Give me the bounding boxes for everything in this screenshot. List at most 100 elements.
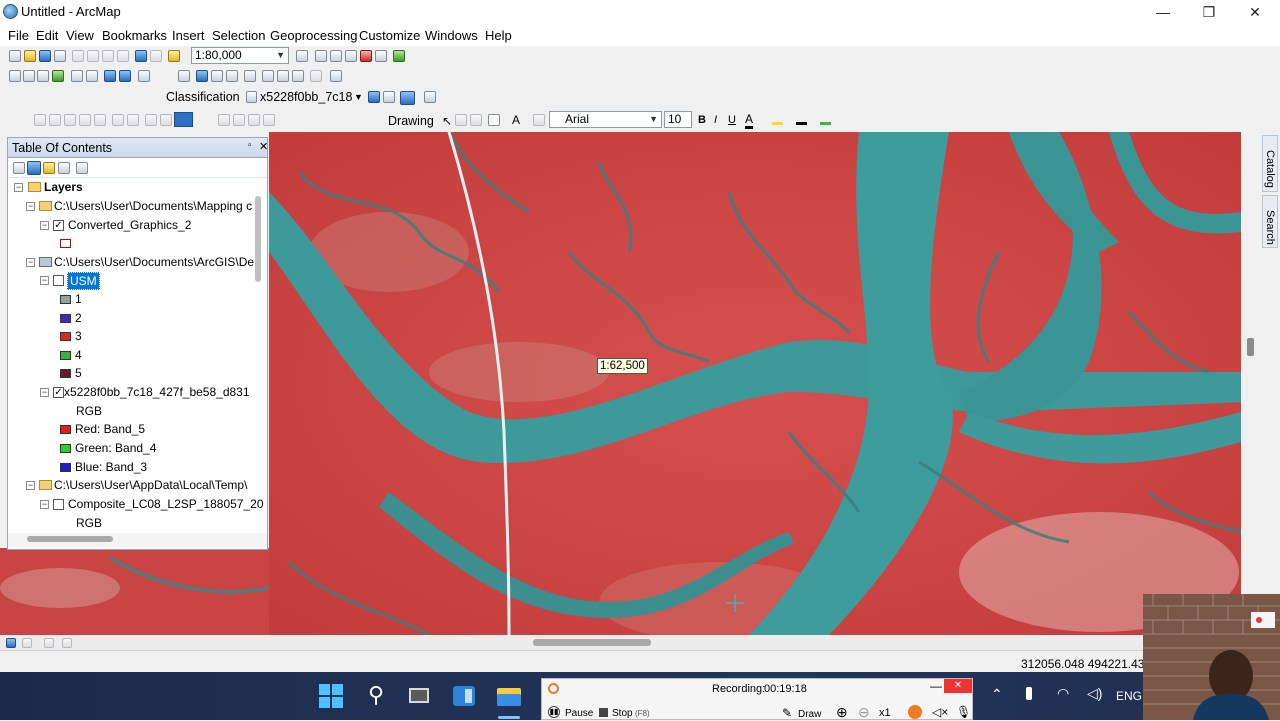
classification-layer-name[interactable]: x5228f0bb_7c18 [260, 90, 352, 104]
model-builder-icon[interactable] [393, 50, 405, 62]
forward-extent-icon[interactable] [119, 70, 131, 82]
volume-icon[interactable]: ◁) [1087, 685, 1102, 702]
new-document-icon[interactable] [9, 50, 21, 62]
layout-tool-icon[interactable] [127, 114, 139, 126]
layout-page-icon[interactable] [94, 114, 106, 126]
hyperlink-icon[interactable] [211, 70, 223, 82]
class-swatch[interactable] [60, 295, 71, 304]
chevron-up-icon[interactable]: ⌃ [991, 686, 1003, 703]
find-route-icon[interactable] [262, 70, 274, 82]
layout-tool-icon[interactable] [112, 114, 124, 126]
vertical-scrollbar-thumb[interactable] [255, 196, 261, 282]
select-features-icon[interactable] [138, 70, 150, 82]
drawing-label[interactable]: Drawing [388, 114, 434, 128]
task-view-icon[interactable] [407, 683, 433, 709]
menu-view[interactable]: View [66, 28, 94, 43]
layout-full-extent-icon[interactable] [79, 114, 91, 126]
visibility-checkbox[interactable] [53, 499, 64, 510]
recorder-close-button[interactable]: ✕ [944, 679, 972, 693]
font-color-button[interactable]: A [745, 112, 754, 129]
underline-button[interactable]: U [728, 114, 736, 126]
collapse-icon[interactable]: − [40, 500, 49, 509]
usb-device-icon[interactable] [1026, 687, 1032, 700]
chevron-down-icon[interactable]: ▼ [354, 92, 363, 102]
data-view-icon[interactable] [6, 638, 16, 648]
fill-color-icon[interactable] [772, 114, 783, 125]
menu-insert[interactable]: Insert [172, 28, 205, 43]
zoom-in-icon[interactable] [9, 70, 21, 82]
rectangle-icon[interactable] [488, 114, 500, 126]
zoom-to-selected-icon[interactable] [470, 114, 482, 126]
file-explorer-icon[interactable] [496, 683, 522, 709]
save-icon[interactable] [39, 50, 51, 62]
fixed-zoom-in-icon[interactable] [71, 70, 83, 82]
pen-icon[interactable]: ✎ [782, 706, 792, 720]
collapse-icon[interactable]: − [26, 202, 35, 211]
layout-zoom-out-icon[interactable] [49, 114, 61, 126]
menu-file[interactable]: File [8, 28, 29, 43]
measure-icon[interactable] [292, 70, 304, 82]
layout-tool-icon[interactable] [263, 114, 275, 126]
close-icon[interactable]: ✕ [259, 140, 268, 153]
windows-start-icon[interactable] [318, 683, 344, 709]
search-icon[interactable]: ⚲ [363, 683, 389, 709]
options-icon[interactable] [76, 162, 88, 174]
list-by-selection-icon[interactable] [58, 162, 70, 174]
marker-color-icon[interactable] [820, 114, 831, 125]
recorder-minimize-button[interactable]: — [930, 679, 942, 693]
catalog-window-icon[interactable] [330, 50, 342, 62]
list-by-drawing-order-icon[interactable] [13, 162, 25, 174]
collapse-icon[interactable]: − [26, 258, 35, 267]
horizontal-scrollbar-thumb[interactable] [27, 536, 113, 542]
menu-edit[interactable]: Edit [36, 28, 58, 43]
redo-icon[interactable] [150, 50, 162, 62]
speaker-mute-icon[interactable]: ◁× [932, 705, 948, 719]
layout-tool-icon[interactable] [145, 114, 157, 126]
maximize-button[interactable]: ❐ [1186, 0, 1232, 24]
zoom-in-icon[interactable]: ⊕ [836, 704, 848, 721]
select-training-sample-icon[interactable] [424, 91, 436, 103]
map-view[interactable]: 1:62,500 [269, 132, 1241, 635]
widgets-icon[interactable] [451, 683, 477, 709]
menu-customize[interactable]: Customize [359, 28, 420, 43]
list-by-visibility-icon[interactable] [43, 162, 55, 174]
close-button[interactable]: ✕ [1232, 0, 1278, 24]
wifi-icon[interactable]: ◠ [1057, 685, 1069, 702]
auto-hide-icon[interactable]: ▫ [248, 140, 252, 151]
rotate-icon[interactable] [455, 114, 467, 126]
vertical-map-scroll-thumb[interactable] [1247, 338, 1254, 356]
stop-icon[interactable] [599, 708, 608, 717]
draw-polygon-icon[interactable] [400, 91, 415, 105]
time-slider-icon[interactable] [310, 70, 322, 82]
copy-icon[interactable] [87, 50, 99, 62]
menu-help[interactable]: Help [485, 28, 512, 43]
menu-selection[interactable]: Selection [212, 28, 265, 43]
visibility-checkbox[interactable]: ✓ [53, 220, 64, 231]
band-swatch[interactable] [60, 425, 71, 434]
class-swatch[interactable] [60, 332, 71, 341]
menu-windows[interactable]: Windows [425, 28, 478, 43]
select-elements-icon[interactable] [178, 70, 190, 82]
collapse-icon[interactable]: − [40, 276, 49, 285]
layout-zoom-in-icon[interactable] [34, 114, 46, 126]
go-to-xy-icon[interactable] [277, 70, 289, 82]
find-icon[interactable] [244, 70, 256, 82]
refresh-icon[interactable] [44, 638, 54, 648]
class-swatch[interactable] [60, 351, 71, 360]
python-window-icon[interactable] [375, 50, 387, 62]
polygon-outline-swatch[interactable] [60, 239, 71, 248]
delete-icon[interactable] [117, 50, 129, 62]
print-icon[interactable] [54, 50, 66, 62]
training-sample-manager-icon[interactable] [368, 91, 380, 103]
pause-button[interactable]: Pause [565, 708, 593, 719]
collapse-icon[interactable]: − [26, 481, 35, 490]
classification-label[interactable]: Classification [166, 90, 240, 104]
layout-tool-icon[interactable] [248, 114, 260, 126]
arctoolbox-icon[interactable] [360, 50, 372, 62]
microphone-icon[interactable]: 🎙 [956, 705, 971, 719]
horizontal-scrollbar[interactable] [8, 533, 267, 547]
search-window-icon[interactable] [345, 50, 357, 62]
create-viewer-icon[interactable] [330, 70, 342, 82]
pan-icon[interactable] [37, 70, 49, 82]
stop-button[interactable]: Stop [612, 708, 633, 719]
